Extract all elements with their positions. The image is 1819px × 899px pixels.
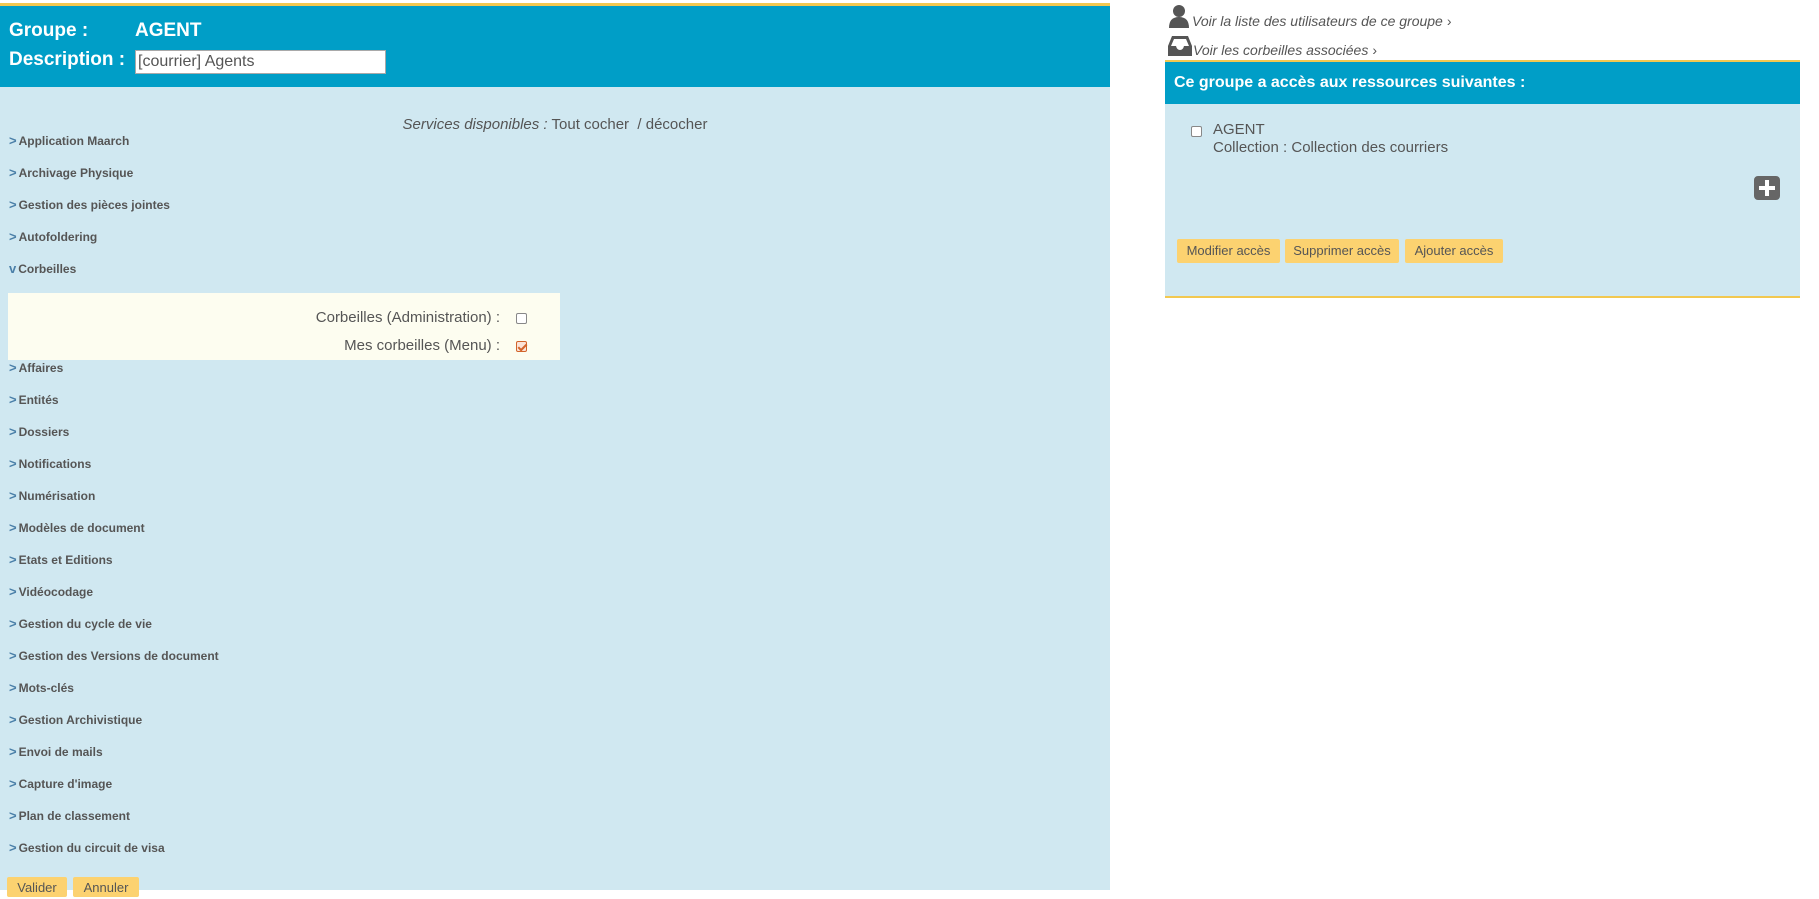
chevron-right-icon: > (9, 229, 17, 244)
chevron-right-icon: > (9, 680, 17, 695)
chevron-right-icon: > (9, 424, 17, 439)
chevron-right-icon: > (9, 488, 17, 503)
service-gestion-archivistique[interactable]: > Gestion Archivistique (9, 712, 142, 727)
service-label: Gestion Archivistique (18, 713, 143, 727)
modify-access-button[interactable]: Modifier accès (1177, 239, 1280, 263)
service-label: Etats et Editions (18, 553, 113, 567)
chevron-right-icon: > (9, 133, 17, 148)
service-label: Modèles de document (18, 521, 145, 535)
services-header: Services disponibles : Tout cocher / déc… (0, 116, 1110, 133)
view-users-label: Voir la liste des utilisateurs de ce gro… (1192, 13, 1443, 29)
chevron-right-icon: › (1446, 13, 1452, 29)
corbeilles-admin-label: Corbeilles (Administration) : (315, 309, 500, 326)
chevron-right-icon: > (9, 712, 17, 727)
service-label: Mots-clés (18, 681, 74, 695)
service-plan-classement[interactable]: > Plan de classement (9, 808, 130, 823)
chevron-right-icon: > (9, 744, 17, 759)
service-archivage-physique[interactable]: > Archivage Physique (9, 165, 133, 180)
service-label: Autofoldering (18, 230, 98, 244)
chevron-right-icon: > (9, 165, 17, 180)
service-videocodage[interactable]: > Vidéocodage (9, 584, 93, 599)
chevron-down-icon: v (9, 261, 17, 276)
service-label: Entités (18, 393, 59, 407)
chevron-right-icon: > (9, 520, 17, 535)
chevron-right-icon: > (9, 392, 17, 407)
chevron-right-icon: › (1372, 42, 1378, 58)
view-baskets-link[interactable]: Voir les corbeilles associées › (1193, 42, 1377, 58)
add-access-button[interactable]: Ajouter accès (1405, 239, 1503, 263)
description-input[interactable] (135, 50, 386, 74)
chevron-right-icon: > (9, 360, 17, 375)
resource-access-panel: Ce groupe a accès aux ressources suivant… (1165, 60, 1800, 298)
service-label: Affaires (18, 361, 64, 375)
plus-icon[interactable] (1754, 176, 1780, 200)
service-label: Capture d'image (18, 777, 113, 791)
chevron-right-icon: > (9, 776, 17, 791)
user-icon (1169, 5, 1189, 28)
service-label: Vidéocodage (18, 585, 94, 599)
chevron-right-icon: > (9, 840, 17, 855)
group-name: AGENT (135, 20, 202, 41)
service-entites[interactable]: > Entités (9, 392, 59, 407)
service-corbeilles[interactable]: v Corbeilles (9, 261, 76, 276)
service-versions-document[interactable]: > Gestion des Versions de document (9, 648, 219, 663)
delete-access-button[interactable]: Supprimer accès (1285, 239, 1399, 263)
service-label: Gestion du cycle de vie (18, 617, 152, 631)
chevron-right-icon: > (9, 552, 17, 567)
service-cycle-de-vie[interactable]: > Gestion du cycle de vie (9, 616, 152, 631)
service-application-maarch[interactable]: > Application Maarch (9, 133, 129, 148)
corbeilles-admin-checkbox[interactable] (516, 313, 527, 324)
service-affaires[interactable]: > Affaires (9, 360, 63, 375)
description-label: Description : (9, 49, 126, 70)
service-label: Notifications (18, 457, 92, 471)
check-all-link[interactable]: Tout cocher (552, 116, 630, 133)
chevron-right-icon: > (9, 456, 17, 471)
service-label: Gestion des Versions de document (18, 649, 219, 663)
validate-button[interactable]: Valider (7, 877, 67, 897)
access-panel-title: Ce groupe a accès aux ressources suivant… (1165, 62, 1800, 104)
service-capture-image[interactable]: > Capture d'image (9, 776, 112, 791)
service-envoi-mails[interactable]: > Envoi de mails (9, 744, 103, 759)
chevron-right-icon: > (9, 584, 17, 599)
mes-corbeilles-checkbox[interactable] (516, 341, 527, 352)
chevron-right-icon: > (9, 808, 17, 823)
service-label: Gestion des pièces jointes (18, 198, 170, 212)
view-baskets-label: Voir les corbeilles associées (1193, 42, 1369, 58)
view-users-link[interactable]: Voir la liste des utilisateurs de ce gro… (1192, 13, 1452, 29)
chevron-right-icon: > (9, 648, 17, 663)
service-label: Corbeilles (18, 262, 77, 276)
service-label: Archivage Physique (18, 166, 134, 180)
service-label: Gestion du circuit de visa (18, 841, 165, 855)
service-notifications[interactable]: > Notifications (9, 456, 91, 471)
service-circuit-visa[interactable]: > Gestion du circuit de visa (9, 840, 165, 855)
service-label: Numérisation (18, 489, 96, 503)
service-label: Application Maarch (18, 134, 130, 148)
resource-name: AGENT (1213, 121, 1265, 138)
corbeilles-options: Corbeilles (Administration) : Mes corbei… (8, 293, 560, 360)
service-label: Envoi de mails (18, 745, 103, 759)
resource-collection: Collection : Collection des courriers (1213, 139, 1449, 156)
group-label: Groupe : (9, 20, 89, 41)
group-header: Groupe : AGENT Description : (0, 3, 1110, 87)
uncheck-all-link[interactable]: décocher (646, 116, 708, 133)
service-mots-cles[interactable]: > Mots-clés (9, 680, 74, 695)
mes-corbeilles-label: Mes corbeilles (Menu) : (344, 337, 500, 354)
chevron-right-icon: > (9, 197, 17, 212)
service-modeles-document[interactable]: > Modèles de document (9, 520, 145, 535)
service-pieces-jointes[interactable]: > Gestion des pièces jointes (9, 197, 170, 212)
service-label: Plan de classement (18, 809, 130, 823)
resource-checkbox[interactable] (1191, 126, 1202, 137)
services-separator: / (637, 116, 642, 133)
cancel-button[interactable]: Annuler (73, 877, 139, 897)
service-numerisation[interactable]: > Numérisation (9, 488, 95, 503)
chevron-right-icon: > (9, 616, 17, 631)
inbox-icon (1168, 36, 1192, 56)
service-dossiers[interactable]: > Dossiers (9, 424, 69, 439)
services-label: Services disponibles : (402, 116, 548, 133)
service-autofoldering[interactable]: > Autofoldering (9, 229, 97, 244)
service-label: Dossiers (18, 425, 70, 439)
group-edit-panel: Groupe : AGENT Description : Services di… (0, 3, 1110, 897)
service-etats-editions[interactable]: > Etats et Editions (9, 552, 113, 567)
